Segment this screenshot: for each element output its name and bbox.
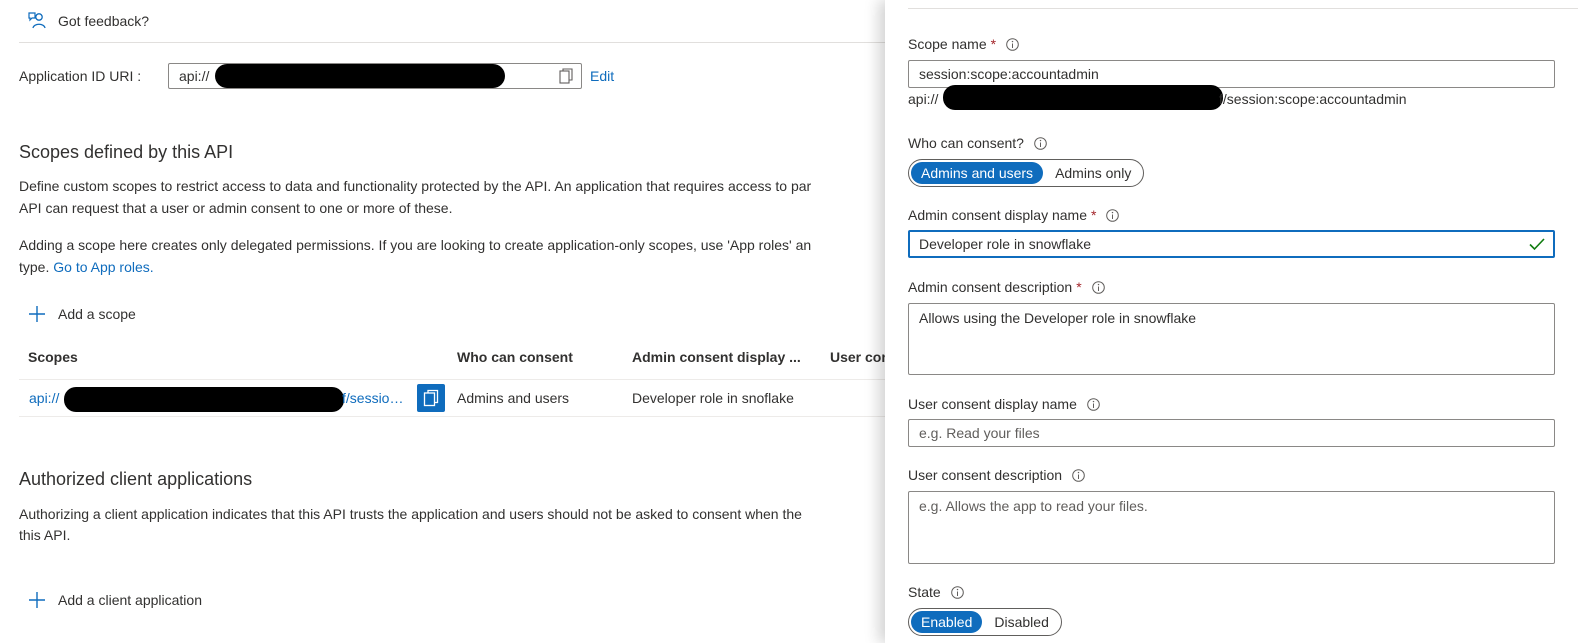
info-icon[interactable] [1091,280,1105,294]
add-icon [29,306,45,322]
info-icon[interactable] [1034,136,1047,150]
check-icon [1529,238,1545,251]
required-marker: * [990,36,997,52]
app-id-uri-field[interactable]: api:// [168,63,582,89]
admin-description-textarea[interactable]: Allows using the Developer role in snowf… [908,303,1555,375]
state-label-text: State [908,584,941,600]
info-icon[interactable] [1087,397,1100,411]
feedback-button[interactable]: Got feedback? [28,10,149,32]
info-icon[interactable] [1072,468,1085,482]
admin-description-label: Admin consent description * [908,279,1105,295]
required-marker: * [1076,279,1082,295]
copy-icon[interactable] [559,68,573,84]
authorized-apps-description: Authorizing a client application indicat… [19,506,802,522]
scopes-description: Adding a scope here creates only delegat… [19,237,812,253]
api-expose-page: Got feedback? Application ID URI : api:/… [0,0,893,643]
scope-full-uri-suffix: f/session:scope:accountadmin [1219,91,1407,107]
option-disabled[interactable]: Disabled [984,611,1058,633]
user-display-name-label-text: User consent display name [908,396,1077,412]
scope-link-suffix[interactable]: f/sessio… [342,390,403,406]
copy-icon [423,389,439,407]
divider [908,8,1578,9]
add-scope-label: Add a scope [58,306,136,322]
copy-scope-button[interactable] [417,384,445,412]
redaction-mark [215,64,505,88]
table-divider [19,416,893,417]
who-can-consent-label-text: Who can consent? [908,135,1024,151]
add-icon [29,592,45,608]
add-client-application-label: Add a client application [58,592,202,608]
who-can-consent-label: Who can consent? [908,135,1047,151]
required-marker: * [1091,207,1097,223]
option-enabled[interactable]: Enabled [911,611,983,633]
scopes-description-text: type. [19,259,50,275]
scope-full-uri: api:// [908,91,939,107]
column-header-user-consent[interactable]: User con [830,349,890,365]
admin-display-name-label: Admin consent display name * [908,207,1120,223]
info-icon[interactable] [1106,208,1120,222]
user-description-label-text: User consent description [908,467,1063,483]
scope-link[interactable]: api:// [29,390,59,406]
who-can-consent-toggle[interactable]: Admins and users Admins only [908,159,1145,187]
user-display-name-input[interactable]: e.g. Read your files [908,419,1555,447]
admin-display-name-input[interactable]: Developer role in snowflake [908,230,1555,258]
scopes-description: API can request that a user or admin con… [19,200,453,216]
table-divider [19,379,893,380]
add-scope-panel: Scope name * session:scope:accountadmin … [885,0,1586,643]
authorized-apps-title: Authorized client applications [19,469,253,489]
admin-display-name-label-text: Admin consent display name [908,207,1087,223]
scopes-section-title: Scopes defined by this API [19,142,234,162]
admin-description-label-text: Admin consent description [908,279,1073,295]
user-description-label: User consent description [908,467,1085,483]
feedback-icon [28,12,46,29]
option-admins-and-users[interactable]: Admins and users [911,162,1044,184]
admin-display-name-value: Developer role in snowflake [919,236,1091,252]
redaction-mark [64,387,344,412]
feedback-label: Got feedback? [58,13,150,29]
column-header-who-can-consent[interactable]: Who can consent [457,349,573,365]
state-label: State [908,584,964,600]
info-icon[interactable] [1006,37,1019,51]
user-description-textarea[interactable]: e.g. Allows the app to read your files. [908,491,1555,564]
redaction-mark [943,85,1223,110]
add-client-application-button[interactable]: Add a client application [28,591,202,609]
scope-name-label-text: Scope name [908,36,987,52]
authorized-apps-description: this API. [19,527,71,543]
info-icon[interactable] [950,585,964,599]
user-display-name-label: User consent display name [908,396,1100,412]
add-scope-button[interactable]: Add a scope [28,305,136,323]
divider [19,42,893,43]
app-id-uri-value: api:// [179,68,210,84]
table-cell-who-can-consent: Admins and users [457,390,570,406]
scopes-description: Define custom scopes to restrict access … [19,178,812,194]
scope-name-input[interactable]: session:scope:accountadmin [908,60,1555,88]
state-toggle[interactable]: Enabled Disabled [908,608,1062,636]
column-header-scopes[interactable]: Scopes [28,349,78,365]
option-admins-only[interactable]: Admins only [1045,162,1141,184]
table-cell-admin-display: Developer role in snoflake [632,390,794,406]
scope-name-label: Scope name * [908,36,1019,52]
go-to-app-roles-link[interactable]: Go to App roles. [53,259,153,275]
scopes-description: type. Go to App roles. [19,257,889,278]
column-header-admin-display[interactable]: Admin consent display ... [632,349,801,365]
edit-app-id-link[interactable]: Edit [590,68,614,84]
app-id-uri-label: Application ID URI : [19,68,142,84]
